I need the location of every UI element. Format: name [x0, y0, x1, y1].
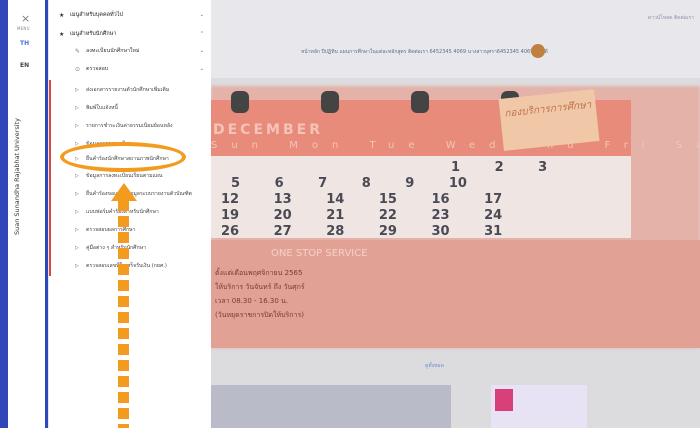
subsection-check[interactable]: ⊙ ตรวจสอบ ⌄ — [49, 61, 212, 77]
highlight-ellipse — [60, 142, 186, 172]
play-icon: ▷ — [75, 173, 79, 179]
menu-item-label: พิมพ์ใบแจ้งหนี้ — [86, 105, 118, 111]
play-icon: ▷ — [75, 191, 79, 197]
chevron-down-icon: ⌄ — [199, 48, 204, 54]
language-en-button[interactable]: EN — [20, 62, 29, 69]
category-label: เมนูสำหรับนักศึกษา — [70, 31, 117, 37]
category-students[interactable]: ★ เมนูสำหรับนักศึกษา ⌃ — [49, 25, 212, 43]
menu-item[interactable]: ▷ คู่มือต่าง ๆ สำหรับนักศึกษา — [49, 239, 212, 257]
calendar-row: 5 6 7 8 9 10 — [231, 176, 467, 191]
calendar-ring — [231, 91, 249, 113]
avatar — [531, 44, 545, 58]
university-name: Suan Sunandha Rajabhat University — [13, 118, 21, 235]
pencil-icon: ✎ — [75, 47, 81, 55]
play-icon: ▷ — [75, 245, 79, 251]
promo-line: ให้บริการ วันจันทร์ ถึง วันศุกร์ — [215, 283, 305, 291]
promo-line: ตั้งแต่เดือนพฤศจิกายน 2565 — [215, 269, 303, 277]
menu-item[interactable]: ▷ พิมพ์ใบแจ้งหนี้ — [49, 99, 212, 117]
site-header: ดาวน์โหลด ติดต่อเรา หน้าหลัก ปีปฏิทิน แผ… — [211, 0, 700, 78]
check-circle-icon: ⊙ — [75, 65, 81, 73]
menu-item-label: ยื่นคำร้องขอแก้ไขข้อมูลระบบรายงานตัวบัณฑ… — [86, 191, 192, 197]
calendar-ring — [411, 91, 429, 113]
chevron-up-icon: ⌄ — [199, 66, 204, 72]
subsection-register[interactable]: ✎ ลงทะเบียนนักศึกษาใหม่ ⌄ — [49, 43, 212, 59]
close-menu-button[interactable]: × — [21, 13, 30, 24]
language-th-button[interactable]: TH — [20, 40, 29, 47]
site-nav: หน้าหลัก ปีปฏิทิน แผนการศึกษาในแต่ละหลัก… — [301, 49, 548, 55]
category-label: เมนูสำหรับบุคคลทั่วไป — [70, 12, 123, 18]
side-rail: × MENU TH EN Suan Sunandha Rajabhat Univ… — [8, 0, 45, 428]
see-more-link[interactable]: ดูทั้งหมด — [425, 362, 444, 370]
calendar-row: 1 2 3 — [451, 160, 548, 175]
star-icon: ★ — [59, 30, 65, 38]
menu-item[interactable]: ▷ ส่งเอกสารรายงานตัวนักศึกษาเพิ่มเติม — [49, 81, 212, 99]
calendar-row: 26 27 28 29 30 31 — [221, 224, 503, 239]
chevron-up-icon: ⌃ — [199, 31, 204, 37]
menu-item[interactable]: ▷แบบฟอร์มคำร้องสำหรับนักศึกษา — [49, 203, 212, 221]
thumbnail-image — [495, 389, 513, 411]
menu-label: MENU — [17, 26, 30, 31]
calendar-weekdays: Sun Mon Tue Wed Thu Fri Sat — [211, 140, 700, 151]
play-icon: ▷ — [75, 227, 79, 233]
news-thumbnail[interactable] — [211, 385, 451, 428]
chevron-down-icon: ⌄ — [199, 12, 204, 18]
calendar-row: 12 13 14 15 16 17 — [221, 192, 503, 207]
play-icon: ▷ — [75, 87, 79, 93]
play-icon: ▷ — [75, 209, 79, 215]
subsection-label: ตรวจสอบ — [86, 66, 109, 72]
star-icon: ★ — [59, 11, 65, 19]
stamp: กองบริการการศึกษา — [498, 89, 600, 151]
promo-line: เวลา 08.30 - 16.30 น. — [215, 297, 289, 305]
calendar-row: 19 20 21 22 23 24 — [221, 208, 503, 223]
play-icon: ▷ — [75, 123, 79, 129]
play-icon: ▷ — [75, 263, 79, 269]
menu-item[interactable]: ▷ รายการชำระเงินค่าธรรมเนียมย้อนหลัง — [49, 117, 212, 135]
promo-line: (วันหยุดราชการปิดให้บริการ) — [215, 311, 304, 319]
play-icon: ▷ — [75, 105, 79, 111]
promo-heading: ONE STOP SERVICE — [271, 248, 368, 259]
background-website: ดาวน์โหลด ติดต่อเรา หน้าหลัก ปีปฏิทิน แผ… — [211, 0, 700, 428]
navigation-menu: ★ เมนูสำหรับบุคคลทั่วไป ⌄ ★ เมนูสำหรับนั… — [48, 0, 212, 428]
menu-item-label: ข้อมูลการลงทะเบียนเรียนตามแผน — [86, 173, 163, 179]
menu-item-label: คู่มือต่าง ๆ สำหรับนักศึกษา — [86, 245, 146, 251]
calendar-ring — [321, 91, 339, 113]
subsection-label: ลงทะเบียนนักศึกษาใหม่ — [86, 48, 140, 54]
menu-item[interactable]: ▷ตรวจสอบเลขที่ใบเสร็จรับเงิน (กยศ.) — [49, 257, 212, 275]
dashed-arrow-shaft — [118, 200, 129, 428]
top-links: ดาวน์โหลด ติดต่อเรา — [647, 15, 694, 21]
category-general-public[interactable]: ★ เมนูสำหรับบุคคลทั่วไป ⌄ — [49, 6, 212, 24]
stamp-text: กองบริการการศึกษา — [503, 99, 592, 120]
news-thumbnail[interactable] — [491, 385, 587, 428]
menu-item[interactable]: ▷ ตรวจสอบผลการศึกษา — [49, 221, 212, 239]
menu-item-label: ส่งเอกสารรายงานตัวนักศึกษาเพิ่มเติม — [86, 87, 170, 93]
arrow-up-icon — [111, 183, 137, 201]
calendar-month: DECEMBER — [213, 122, 323, 138]
menu-item-label: รายการชำระเงินค่าธรรมเนียมย้อนหลัง — [86, 123, 173, 129]
